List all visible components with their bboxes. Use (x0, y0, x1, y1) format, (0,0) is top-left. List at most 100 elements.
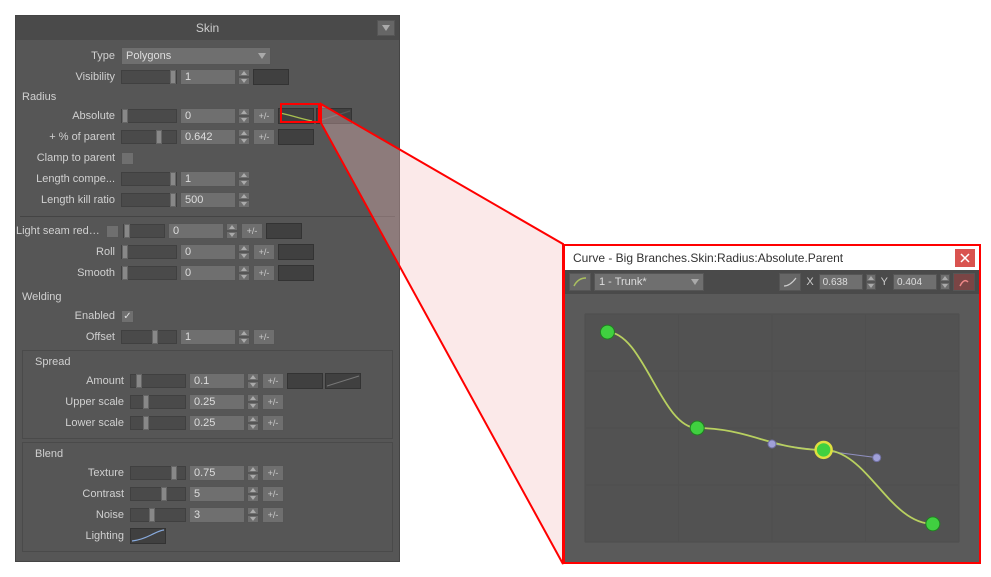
lower-input[interactable] (189, 415, 245, 431)
offset-slider[interactable] (121, 330, 177, 344)
contrast-input[interactable] (189, 486, 245, 502)
pct-parent-spinner[interactable] (238, 129, 250, 145)
y-input[interactable] (893, 274, 937, 290)
light-seam-slider[interactable] (123, 224, 165, 238)
absolute-slider[interactable] (121, 109, 177, 123)
contrast-variance-button[interactable]: +/- (262, 486, 284, 502)
roll-label: Roll (16, 246, 121, 258)
len-comp-label: Length compe... (16, 173, 121, 185)
x-input[interactable] (819, 274, 863, 290)
light-seam-variance-button[interactable]: +/- (241, 223, 263, 239)
absolute-input[interactable] (180, 108, 236, 124)
amount-variance-button[interactable]: +/- (262, 373, 284, 389)
light-seam-input[interactable] (168, 223, 224, 239)
amount-spinner[interactable] (247, 373, 259, 389)
roll-slider[interactable] (121, 245, 177, 259)
y-spin-up[interactable] (940, 274, 950, 282)
lower-spinner[interactable] (247, 415, 259, 431)
offset-input[interactable] (180, 329, 236, 345)
panel-menu-button[interactable] (377, 20, 395, 36)
close-button[interactable] (955, 249, 975, 267)
x-label: X (804, 276, 815, 288)
light-seam-curve-thumb[interactable] (266, 223, 302, 239)
curve-canvas[interactable] (565, 294, 979, 562)
parent-dropdown[interactable]: 1 - Trunk* (594, 273, 704, 291)
light-seam-checkbox[interactable] (106, 225, 119, 238)
noise-slider[interactable] (130, 508, 186, 522)
visibility-input[interactable] (180, 69, 236, 85)
clamp-label: Clamp to parent (16, 152, 121, 164)
radius-section-label: Radius (16, 88, 399, 105)
upper-spinner[interactable] (247, 394, 259, 410)
len-comp-input[interactable] (180, 171, 236, 187)
smooth-slider[interactable] (121, 266, 177, 280)
roll-spinner[interactable] (238, 244, 250, 260)
smooth-spinner[interactable] (238, 265, 250, 281)
smooth-curve-thumb[interactable] (278, 265, 314, 281)
pct-parent-curve-thumb[interactable] (278, 129, 314, 145)
light-seam-label: Light seam redu... (16, 225, 106, 237)
amount-slider[interactable] (130, 374, 186, 388)
texture-variance-button[interactable]: +/- (262, 465, 284, 481)
upper-input[interactable] (189, 394, 245, 410)
texture-label: Texture (25, 467, 130, 479)
len-comp-spinner[interactable] (238, 171, 250, 187)
lighting-label: Lighting (25, 530, 130, 542)
visibility-spinner[interactable] (238, 69, 250, 85)
texture-input[interactable] (189, 465, 245, 481)
lighting-curve-thumb[interactable] (130, 528, 166, 544)
curve-mode-icon[interactable] (569, 273, 591, 291)
amount-curve-thumb[interactable] (287, 373, 323, 389)
amount-curve-thumb-2[interactable] (325, 373, 361, 389)
pct-parent-variance-button[interactable]: +/- (253, 129, 275, 145)
absolute-curve-thumb-2[interactable] (316, 108, 352, 124)
len-kill-label: Length kill ratio (16, 194, 121, 206)
offset-spinner[interactable] (238, 329, 250, 345)
upper-slider[interactable] (130, 395, 186, 409)
blend-subpanel: Blend Texture +/- Contrast +/- Noise (22, 442, 393, 552)
absolute-spinner[interactable] (238, 108, 250, 124)
type-dropdown[interactable]: Polygons (121, 47, 271, 65)
light-seam-spinner[interactable] (226, 223, 238, 239)
pct-parent-input[interactable] (180, 129, 236, 145)
lower-slider[interactable] (130, 416, 186, 430)
roll-variance-button[interactable]: +/- (253, 244, 275, 260)
roll-curve-thumb[interactable] (278, 244, 314, 260)
offset-variance-button[interactable]: +/- (253, 329, 275, 345)
smooth-variance-button[interactable]: +/- (253, 265, 275, 281)
y-spin-down[interactable] (940, 282, 950, 290)
curve-preset-icon[interactable] (779, 273, 801, 291)
smooth-input[interactable] (180, 265, 236, 281)
noise-spinner[interactable] (247, 507, 259, 523)
contrast-spinner[interactable] (247, 486, 259, 502)
roll-input[interactable] (180, 244, 236, 260)
curve-record-icon[interactable] (953, 273, 975, 291)
len-kill-input[interactable] (180, 192, 236, 208)
visibility-curve-thumb[interactable] (253, 69, 289, 85)
pct-parent-slider[interactable] (121, 130, 177, 144)
upper-variance-button[interactable]: +/- (262, 394, 284, 410)
spread-subpanel: Spread Amount +/- Upper scale +/- (22, 350, 393, 439)
type-value: Polygons (126, 50, 171, 62)
absolute-variance-button[interactable]: +/- (253, 108, 275, 124)
x-spin-down[interactable] (866, 282, 876, 290)
curve-editor-title: Curve - Big Branches.Skin:Radius:Absolut… (573, 251, 843, 265)
curve-editor-titlebar[interactable]: Curve - Big Branches.Skin:Radius:Absolut… (565, 246, 979, 270)
texture-spinner[interactable] (247, 465, 259, 481)
texture-slider[interactable] (130, 466, 186, 480)
x-spin-up[interactable] (866, 274, 876, 282)
len-comp-slider[interactable] (121, 172, 177, 186)
amount-input[interactable] (189, 373, 245, 389)
len-kill-slider[interactable] (121, 193, 177, 207)
enabled-checkbox[interactable]: ✓ (121, 310, 134, 323)
upper-label: Upper scale (25, 396, 130, 408)
len-kill-spinner[interactable] (238, 192, 250, 208)
contrast-slider[interactable] (130, 487, 186, 501)
clamp-checkbox[interactable] (121, 152, 134, 165)
lower-variance-button[interactable]: +/- (262, 415, 284, 431)
smooth-label: Smooth (16, 267, 121, 279)
noise-input[interactable] (189, 507, 245, 523)
noise-variance-button[interactable]: +/- (262, 507, 284, 523)
visibility-slider[interactable] (121, 70, 177, 84)
type-label: Type (16, 50, 121, 62)
